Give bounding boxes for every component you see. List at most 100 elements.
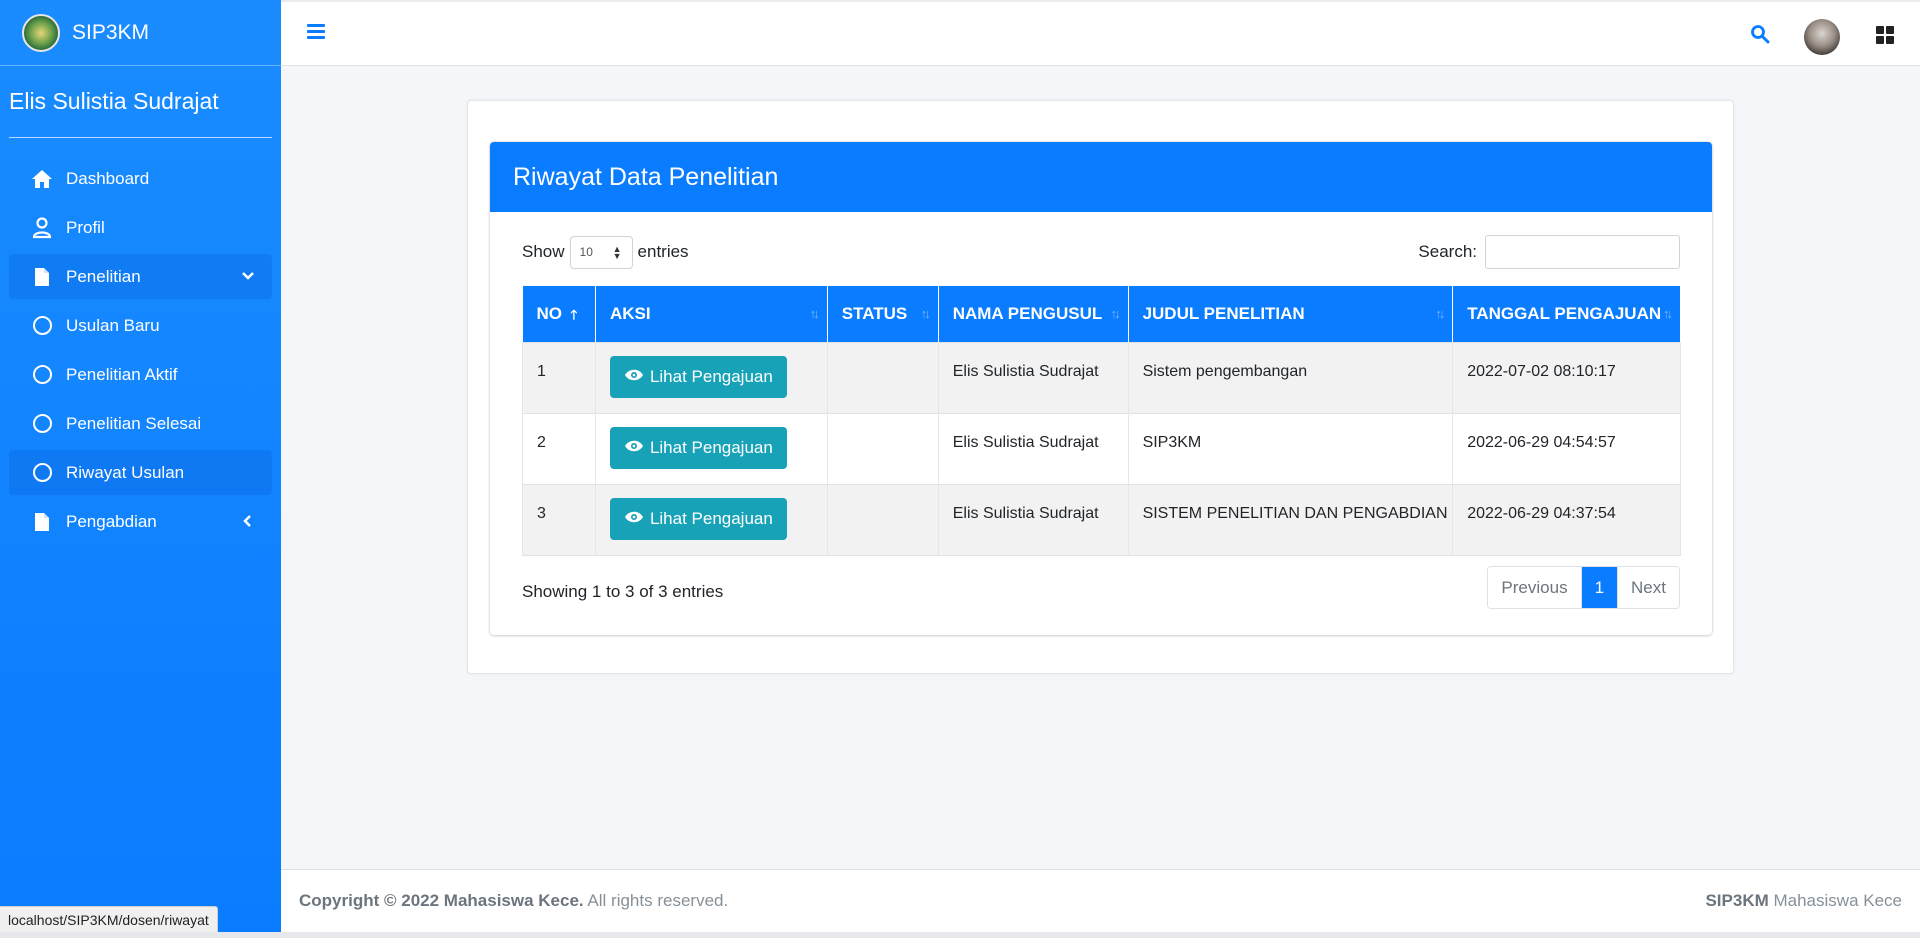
sidebar-item-riwayat-usulan[interactable]: Riwayat Usulan [9, 450, 272, 495]
sidebar: SIP3KM Elis Sulistia Sudrajat Dashboard … [0, 0, 281, 938]
brand-name: SIP3KM [72, 20, 150, 44]
column-header-status[interactable]: STATUS ↑↓ [827, 286, 939, 342]
sidebar-item-label: Pengabdian [66, 511, 157, 531]
sidebar-item-label: Penelitian Aktif [66, 364, 178, 384]
sidebar-item-penelitian-aktif[interactable]: Penelitian Aktif [9, 352, 272, 397]
cell-aksi: Lihat Pengajuan [595, 341, 828, 413]
home-icon [31, 168, 53, 190]
table-header-row: NO 🡑 AKSI ↑↓ STATUS ↑↓ NAMA PENGUSUL ↑↓ JUDU… [522, 286, 1681, 342]
user-panel: Elis Sulistia Sudrajat [9, 66, 272, 138]
sort-icon: ↑↓ [1663, 306, 1673, 321]
entries-label: entries [637, 242, 689, 261]
cell-aksi: Lihat Pengajuan [595, 483, 828, 556]
sidebar-item-profil[interactable]: Profil [9, 205, 272, 250]
chevron-down-icon [238, 266, 258, 286]
eye-icon [624, 438, 644, 458]
sort-asc-icon: 🡑 [570, 307, 578, 322]
eye-icon [624, 509, 644, 529]
status-bar-url: localhost/SIP3KM/dosen/riwayat [0, 906, 218, 934]
user-name[interactable]: Elis Sulistia Sudrajat [9, 88, 263, 115]
sidebar-item-pengabdian[interactable]: Pengabdian [9, 499, 272, 544]
apps-grid-icon[interactable] [1876, 26, 1894, 44]
entries-length: Show 10 ▲ ▼ entries [522, 235, 689, 269]
search-label: Search: [1418, 242, 1477, 261]
circle-icon [31, 364, 53, 386]
user-icon [31, 216, 53, 239]
sidebar-item-label: Riwayat Usulan [66, 462, 185, 482]
circle-icon [31, 413, 53, 435]
cell-tanggal: 2022-06-29 04:37:54 [1452, 483, 1681, 556]
sidebar-nav: Dashboard Profil Penelitian Usulan Baru … [0, 138, 281, 544]
next-button[interactable]: Next [1617, 567, 1679, 608]
topbar [281, 0, 1920, 66]
cell-aksi: Lihat Pengajuan [595, 412, 828, 484]
sidebar-item-usulan-baru[interactable]: Usulan Baru [9, 303, 272, 348]
table-controls: Show 10 ▲ ▼ entries Search: [522, 235, 1680, 269]
lihat-pengajuan-button[interactable]: Lihat Pengajuan [609, 426, 787, 469]
sort-icon: ↑↓ [1435, 306, 1445, 321]
card-title: Riwayat Data Penelitian [490, 142, 1712, 212]
lihat-pengajuan-button[interactable]: Lihat Pengajuan [609, 497, 787, 540]
riwayat-card: Riwayat Data Penelitian Show 10 ▲ ▼ entri… [490, 142, 1712, 635]
cell-judul: Sistem pengembangan [1128, 341, 1454, 413]
sort-icon: ↑↓ [1110, 306, 1121, 321]
column-header-judul-penelitian[interactable]: JUDUL PENELITIAN ↑↓ [1128, 286, 1454, 342]
brand-link[interactable]: SIP3KM [0, 0, 281, 66]
sidebar-item-dashboard[interactable]: Dashboard [9, 156, 272, 201]
user-avatar[interactable] [1804, 19, 1840, 55]
column-header-tanggal-pengajuan[interactable]: TANGGAL PENGAJUAN ↑↓ [1452, 286, 1681, 342]
sidebar-item-label: Penelitian Selesai [66, 413, 202, 433]
cell-nama: Elis Sulistia Sudrajat [938, 483, 1129, 556]
circle-icon [31, 315, 53, 337]
column-header-aksi[interactable]: AKSI ↑↓ [595, 286, 828, 342]
entries-value: 10 [579, 245, 593, 259]
sidebar-item-label: Dashboard [66, 168, 150, 188]
footer-copyright: Copyright © 2022 Mahasiswa Kece. All rig… [299, 891, 729, 910]
cell-nama: Elis Sulistia Sudrajat [938, 412, 1129, 484]
menu-toggle-icon[interactable] [307, 24, 325, 40]
page-button-current[interactable]: 1 [1581, 567, 1618, 608]
column-header-no[interactable]: NO 🡑 [522, 286, 596, 342]
lihat-pengajuan-button[interactable]: Lihat Pengajuan [609, 355, 787, 398]
entries-select[interactable]: 10 ▲ ▼ [569, 235, 633, 269]
sidebar-item-label: Usulan Baru [66, 315, 160, 335]
search-icon[interactable] [1750, 24, 1772, 46]
sort-icon: ↑↓ [920, 306, 931, 321]
chevron-left-icon [238, 511, 258, 531]
table-row: 1 Lihat Pengajuan Elis Sulistia Sudrajat… [522, 341, 1681, 413]
cell-tanggal: 2022-06-29 04:54:57 [1452, 412, 1681, 484]
table-row: 2 Lihat Pengajuan Elis Sulistia Sudrajat… [522, 412, 1681, 484]
pagination: Previous 1 Next [1487, 566, 1680, 609]
file-icon [31, 266, 53, 288]
cell-judul: SISTEM PENELITIAN DAN PENGABDIAN [1128, 483, 1454, 556]
sidebar-item-label: Penelitian [66, 266, 141, 286]
select-caret-icon: ▲ ▼ [612, 243, 622, 261]
table-row: 3 Lihat Pengajuan Elis Sulistia Sudrajat… [522, 483, 1681, 556]
cell-status [827, 412, 939, 484]
file-icon [31, 511, 53, 533]
cell-no: 1 [522, 341, 596, 413]
circle-icon [31, 462, 53, 484]
riwayat-table: NO 🡑 AKSI ↑↓ STATUS ↑↓ NAMA PENGUSUL ↑↓ JUDU… [522, 286, 1681, 556]
cell-status [827, 483, 939, 556]
footer-right: SIP3KM Mahasiswa Kece [1705, 891, 1902, 910]
cell-no: 2 [522, 412, 596, 484]
brand-logo [22, 13, 60, 52]
column-header-nama-pengusul[interactable]: NAMA PENGUSUL ↑↓ [938, 286, 1129, 342]
window-bottom-edge [0, 932, 1920, 938]
previous-button[interactable]: Previous [1488, 567, 1582, 608]
content-wrapper: Riwayat Data Penelitian Show 10 ▲ ▼ entri… [467, 100, 1734, 674]
cell-nama: Elis Sulistia Sudrajat [938, 341, 1129, 413]
table-search: Search: [1418, 235, 1680, 269]
search-input[interactable] [1485, 235, 1680, 269]
sidebar-item-label: Profil [66, 217, 105, 237]
sidebar-item-penelitian-selesai[interactable]: Penelitian Selesai [9, 401, 272, 446]
footer: Copyright © 2022 Mahasiswa Kece. All rig… [281, 869, 1920, 932]
sidebar-item-penelitian[interactable]: Penelitian [9, 254, 272, 299]
cell-tanggal: 2022-07-02 08:10:17 [1452, 341, 1681, 413]
table-info: Showing 1 to 3 of 3 entries [522, 582, 724, 601]
cell-no: 3 [522, 483, 596, 556]
eye-icon [624, 367, 644, 387]
show-label: Show [522, 242, 565, 261]
sort-icon: ↑↓ [809, 306, 820, 321]
